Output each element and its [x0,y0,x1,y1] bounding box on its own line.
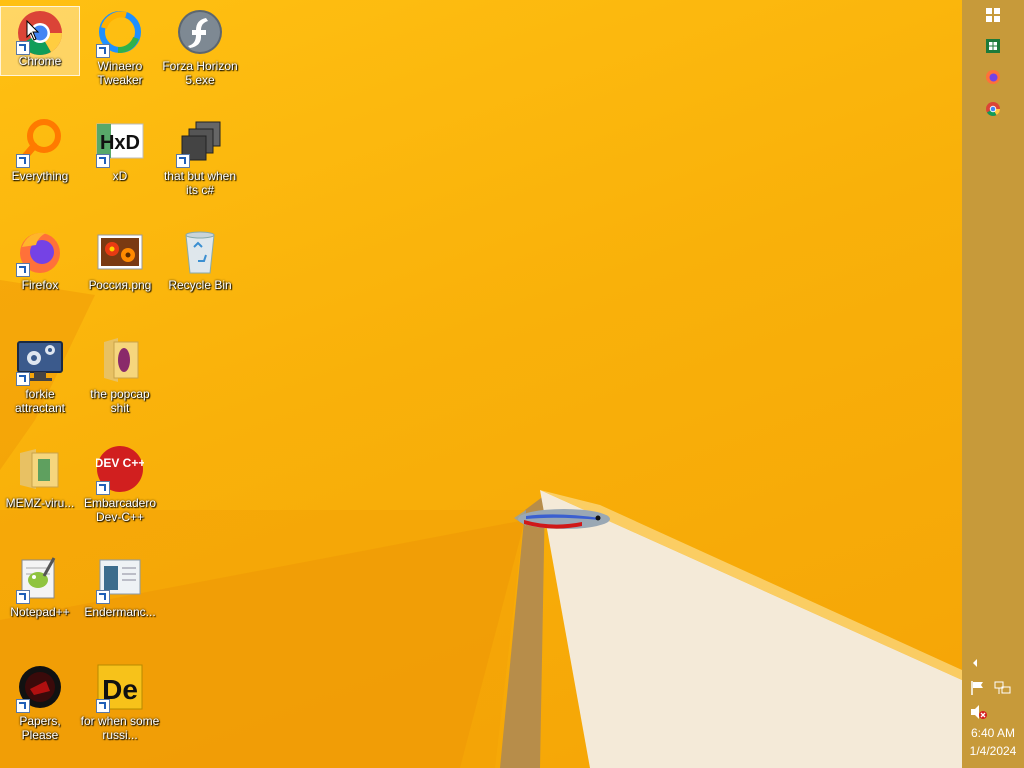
firefox-icon [16,227,64,277]
volume-muted-icon[interactable] [970,704,988,725]
taskbar [962,0,1024,768]
desktop-icon-russi[interactable]: De for when some russi... [80,659,160,763]
everything-search-icon [16,118,64,168]
show-hidden-icons-icon[interactable] [970,656,980,674]
desktop-icon-popcap[interactable]: the popcap shit [80,332,160,436]
desktop-icon-label: Winaero Tweaker [97,59,143,87]
mouse-cursor [26,20,40,41]
action-center-flag-icon[interactable] [970,680,986,701]
flash-icon [176,8,224,56]
desktop-icon-label: forkie attractant [14,387,66,415]
desktop-icon-label: Recycle Bin [168,278,232,292]
desktop-icon-label: the popcap shit [90,387,150,415]
flower-image-icon [96,227,144,275]
desktop-icon-forza-horizon[interactable]: Forza Horizon 5.exe [160,4,240,108]
windows-start-icon[interactable] [984,6,1002,24]
desktop-icon-label: Embarcadero Dev-C++ [83,496,157,524]
desktop-icon-russia-png[interactable]: Россия.png [80,223,160,327]
folder-icon [96,336,144,384]
desktop-icon-label: Notepad++ [10,605,70,619]
desktop-icon-label: Россия.png [88,278,152,292]
desktop-icon-winaero-tweaker[interactable]: Winaero Tweaker [80,4,160,108]
document-icon [96,554,144,604]
desktop-icon-label: xD [112,169,128,183]
desktop-icon-label: that but when its c# [163,169,237,197]
firefox-icon[interactable] [984,68,1002,86]
windows-stack-icon [176,118,224,168]
desktop-icon-notepadpp[interactable]: Notepad++ [0,550,80,654]
devcpp-icon: DEV C++ [96,445,144,495]
hxd-icon: HxD [96,118,144,168]
winaero-tweaker-icon [96,8,144,58]
desktop-icon-xd[interactable]: HxD xD [80,114,160,218]
desktop-icon-label: Papers, Please [19,714,61,742]
hxd-text: HxD [100,132,140,154]
desktop-icon-label: Forza Horizon 5.exe [162,59,238,87]
chrome-icon[interactable] [984,100,1002,118]
desktop-icon-label: Everything [11,169,69,183]
desktop-icon-devcpp[interactable]: DEV C++ Embarcadero Dev-C++ [80,441,160,545]
de-app-icon: De [96,663,144,713]
desktop-icon-endermanch[interactable]: Endermanc... [80,550,160,654]
desktop[interactable]: Chrome Everything Firefox forkie attract… [0,0,962,768]
chrome-icon [16,9,64,55]
desktop-icon-label: Endermanc... [84,605,156,619]
desktop-icon-recycle-bin[interactable]: Recycle Bin [160,223,240,327]
desktop-icon-label: MEMZ-viru... [5,496,75,510]
excel-icon[interactable] [984,37,1002,55]
devcpp-text: DEV C++ [96,456,144,470]
papers-please-icon [16,663,64,713]
desktop-icon-papers-please[interactable]: Papers, Please [0,659,80,763]
desktop-icon-csharp[interactable]: that but when its c# [160,114,240,218]
notepadpp-icon [16,554,64,604]
desktop-icon-chrome[interactable]: Chrome [0,6,80,76]
clock-date[interactable]: 1/4/2024 [962,744,1024,758]
folder-icon [16,445,64,493]
desktop-icon-everything[interactable]: Everything [0,114,80,218]
fish-pet[interactable] [512,498,612,540]
desktop-icon-firefox[interactable]: Firefox [0,223,80,327]
network-icon[interactable] [994,680,1012,701]
desktop-icon-label: for when some russi... [80,714,160,742]
desktop-icon-label: Firefox [21,278,59,292]
clock-time[interactable]: 6:40 AM [962,726,1024,740]
desktop-icon-memz[interactable]: MEMZ-viru... [0,441,80,545]
recycle-bin-icon [176,227,224,275]
desktop-icon-forkie-attractant[interactable]: forkie attractant [0,332,80,436]
settings-monitor-icon [16,336,64,386]
